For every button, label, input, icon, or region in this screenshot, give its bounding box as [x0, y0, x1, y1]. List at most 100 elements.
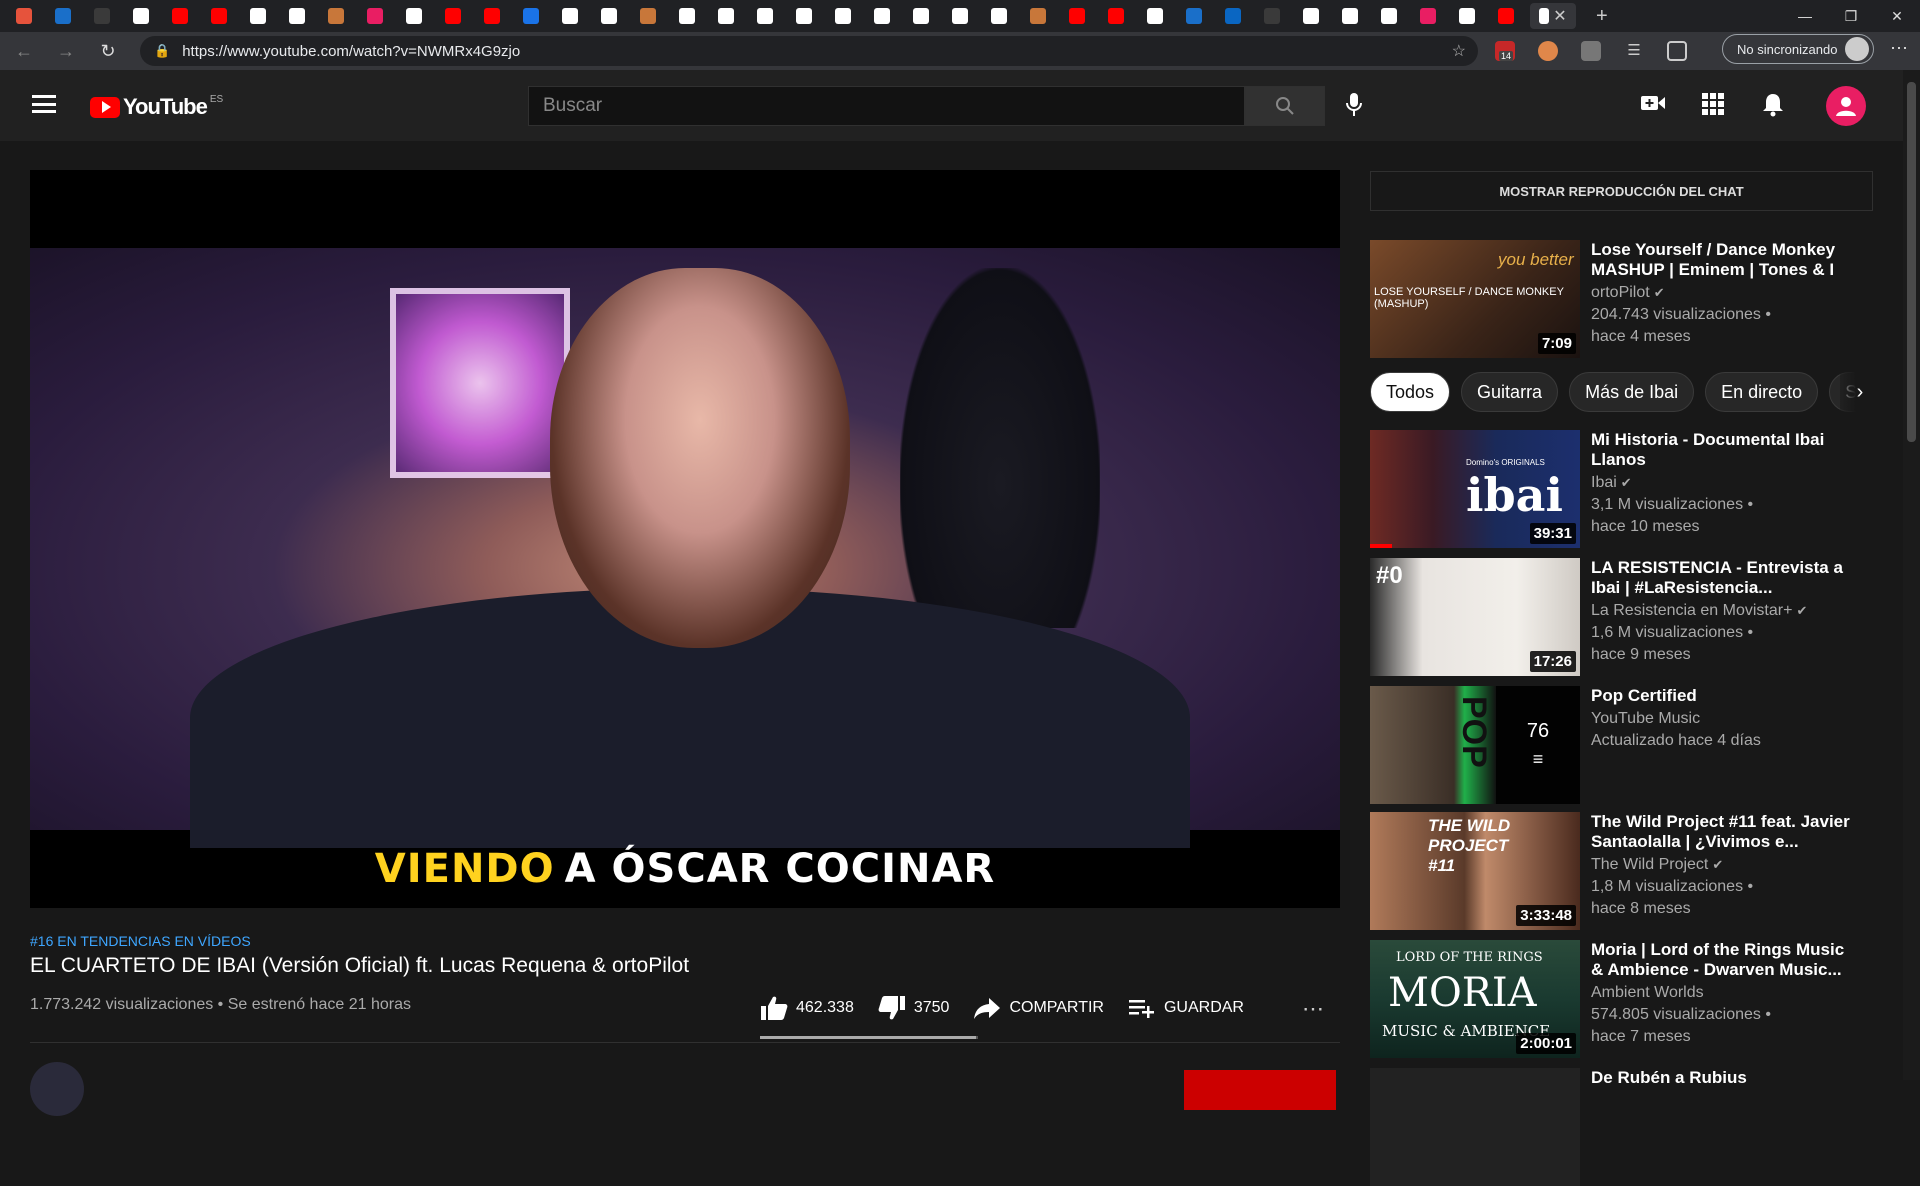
profile-sync-button[interactable]: No sincronizando: [1722, 34, 1875, 64]
more-actions-icon[interactable]: ⋯: [1302, 996, 1324, 1022]
recommended-video[interactable]: LOSE YOURSELF / DANCE MONKEY (MASHUP) you…: [1370, 240, 1870, 358]
reading-list-icon[interactable]: ☰: [1624, 41, 1644, 61]
new-tab-button[interactable]: +: [1596, 5, 1608, 28]
address-bar[interactable]: 🔒 https://www.youtube.com/watch?v=NWMRx4…: [140, 36, 1478, 66]
browser-tab[interactable]: [360, 3, 390, 29]
browser-tab[interactable]: [711, 3, 741, 29]
browser-tab[interactable]: [1179, 3, 1209, 29]
recommended-video[interactable]: THE WILD PROJECT #11 3:33:48 The Wild Proj…: [1370, 812, 1870, 930]
recommended-title[interactable]: The Wild Project #11 feat. Javier Santao…: [1591, 812, 1851, 852]
browser-tab[interactable]: [984, 3, 1014, 29]
browser-tab[interactable]: [48, 3, 78, 29]
channel-avatar[interactable]: [30, 1062, 84, 1116]
youtube-logo[interactable]: YouTube ES: [90, 94, 223, 120]
recommended-channel[interactable]: The Wild Project ✔: [1591, 856, 1723, 874]
browser-tab[interactable]: [204, 3, 234, 29]
browser-tab[interactable]: [945, 3, 975, 29]
recommended-video[interactable]: #0 17:26 LA RESISTENCIA - Entrevista a Iba…: [1370, 558, 1870, 676]
close-tab-icon[interactable]: ✕: [1553, 6, 1566, 26]
extensions-puzzle-icon[interactable]: [1581, 41, 1601, 61]
create-video-button[interactable]: [1640, 93, 1666, 119]
browser-tab[interactable]: [867, 3, 897, 29]
browser-tab[interactable]: [438, 3, 468, 29]
share-button[interactable]: COMPARTIR: [973, 996, 1104, 1020]
account-avatar[interactable]: [1826, 86, 1866, 126]
video-thumbnail[interactable]: #0 17:26: [1370, 558, 1580, 676]
browser-tab[interactable]: [477, 3, 507, 29]
browser-tab[interactable]: [1062, 3, 1092, 29]
browser-tab[interactable]: [828, 3, 858, 29]
browser-tab[interactable]: [1452, 3, 1482, 29]
recommended-title[interactable]: De Rubén a Rubius: [1591, 1068, 1851, 1088]
recommended-channel[interactable]: La Resistencia en Movistar+ ✔: [1591, 602, 1807, 620]
show-chat-replay-button[interactable]: MOSTRAR REPRODUCCIÓN DEL CHAT: [1370, 171, 1873, 211]
menu-icon[interactable]: [32, 95, 56, 113]
browser-tab[interactable]: [126, 3, 156, 29]
browser-tab[interactable]: [516, 3, 546, 29]
notifications-button[interactable]: [1762, 93, 1784, 123]
browser-tab[interactable]: [1374, 3, 1404, 29]
browser-tab[interactable]: [1335, 3, 1365, 29]
reload-button[interactable]: ↻: [90, 36, 126, 66]
browser-tab[interactable]: [555, 3, 585, 29]
recommended-channel[interactable]: YouTube Music: [1591, 710, 1700, 728]
filter-chip[interactable]: Todos: [1370, 372, 1451, 412]
search-input[interactable]: Buscar: [528, 86, 1245, 126]
browser-tab[interactable]: [282, 3, 312, 29]
browser-tab[interactable]: [672, 3, 702, 29]
page-scrollbar[interactable]: [1903, 70, 1920, 1080]
recommended-channel[interactable]: ortoPilot ✔: [1591, 284, 1665, 302]
browser-tab[interactable]: [1218, 3, 1248, 29]
browser-tab[interactable]: [399, 3, 429, 29]
browser-tab[interactable]: [1101, 3, 1131, 29]
minimize-button[interactable]: —: [1782, 0, 1828, 32]
browser-tab[interactable]: [1296, 3, 1326, 29]
filter-chip[interactable]: Guitarra: [1461, 372, 1559, 412]
maximize-button[interactable]: ❐: [1828, 0, 1874, 32]
extension-icon[interactable]: [1538, 41, 1558, 61]
forward-button[interactable]: →: [48, 36, 84, 66]
browser-tab[interactable]: [750, 3, 780, 29]
browser-tab[interactable]: [1413, 3, 1443, 29]
video-thumbnail[interactable]: [1370, 1068, 1580, 1186]
browser-tab[interactable]: [1023, 3, 1053, 29]
recommended-video[interactable]: De Rubén a Rubius: [1370, 1068, 1870, 1186]
scrollbar-thumb[interactable]: [1907, 82, 1916, 442]
video-thumbnail[interactable]: LOSE YOURSELF / DANCE MONKEY (MASHUP) you…: [1370, 240, 1580, 358]
trending-hashtag[interactable]: #16 EN TENDENCIAS EN VÍDEOS: [30, 933, 251, 949]
recommended-title[interactable]: Lose Yourself / Dance Monkey MASHUP | Em…: [1591, 240, 1851, 280]
recommended-video[interactable]: POP 76 ≡ Pop Certified YouTube Music Actualiz…: [1370, 686, 1870, 804]
subscribe-button[interactable]: [1184, 1070, 1336, 1110]
recommended-video[interactable]: LORD OF THE RINGS MORIA MUSIC & AMBIENCE 2:…: [1370, 940, 1870, 1058]
bookmark-star-icon[interactable]: ☆: [1452, 41, 1466, 61]
recommended-title[interactable]: Moria | Lord of the Rings Music & Ambien…: [1591, 940, 1851, 980]
active-browser-tab[interactable]: ✕: [1530, 3, 1576, 29]
chevron-right-icon[interactable]: ›: [1840, 372, 1880, 412]
filter-chip[interactable]: Más de Ibai: [1569, 372, 1695, 412]
browser-tab[interactable]: [906, 3, 936, 29]
browser-tab[interactable]: [321, 3, 351, 29]
recommended-title[interactable]: LA RESISTENCIA - Entrevista a Ibai | #La…: [1591, 558, 1851, 598]
collections-icon[interactable]: [1667, 41, 1687, 61]
mic-button[interactable]: [1344, 92, 1364, 124]
video-thumbnail[interactable]: LORD OF THE RINGS MORIA MUSIC & AMBIENCE 2:…: [1370, 940, 1580, 1058]
browser-tab[interactable]: [165, 3, 195, 29]
browser-tab[interactable]: [87, 3, 117, 29]
video-thumbnail[interactable]: Domino's ORIGINALS ibai 39:31: [1370, 430, 1580, 548]
video-thumbnail[interactable]: THE WILD PROJECT #11 3:33:48: [1370, 812, 1580, 930]
like-button[interactable]: 462.338: [760, 995, 854, 1021]
browser-tab[interactable]: [9, 3, 39, 29]
extension-badge-icon[interactable]: 14: [1495, 41, 1515, 61]
filter-chip[interactable]: En directo: [1705, 372, 1819, 412]
close-window-button[interactable]: ✕: [1874, 0, 1920, 32]
recommended-channel[interactable]: Ambient Worlds: [1591, 984, 1704, 1002]
dislike-button[interactable]: 3750: [878, 995, 949, 1021]
video-thumbnail[interactable]: POP 76 ≡: [1370, 686, 1580, 804]
recommended-title[interactable]: Pop Certified: [1591, 686, 1851, 706]
browser-tab[interactable]: [1140, 3, 1170, 29]
browser-tab[interactable]: [1491, 3, 1521, 29]
browser-menu-icon[interactable]: ⋯: [1890, 38, 1908, 59]
browser-tab[interactable]: [243, 3, 273, 29]
back-button[interactable]: ←: [6, 36, 42, 66]
recommended-title[interactable]: Mi Historia - Documental Ibai Llanos: [1591, 430, 1851, 470]
